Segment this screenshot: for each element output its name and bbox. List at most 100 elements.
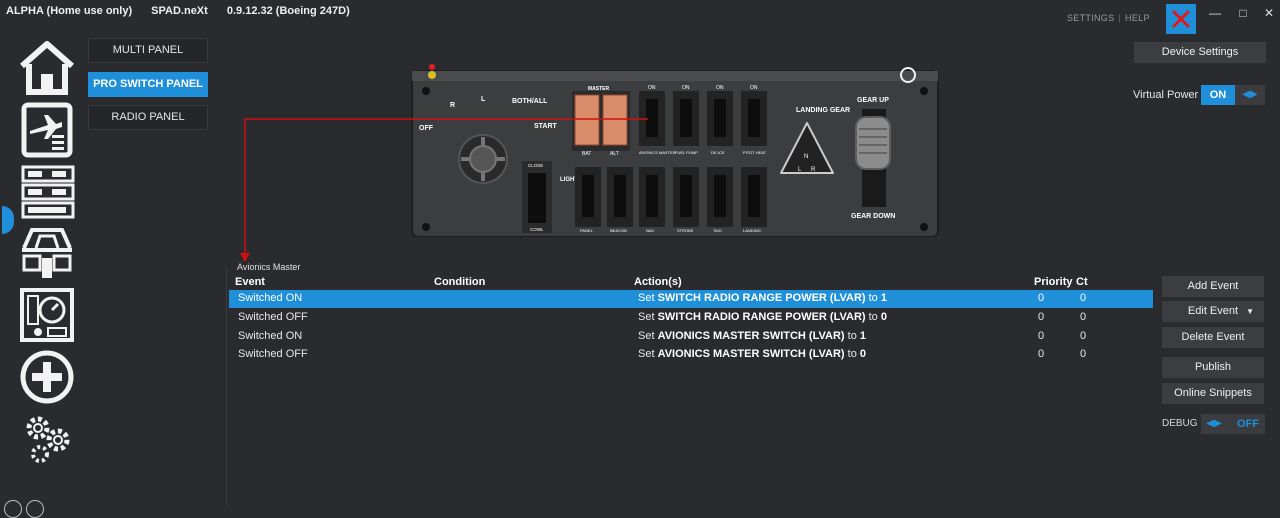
- action-cell: Set SWITCH RADIO RANGE POWER (LVAR) to 0: [638, 311, 887, 323]
- save-icon[interactable]: [4, 500, 22, 518]
- event-row[interactable]: Switched OFF Set SWITCH RADIO RANGE POWE…: [229, 309, 1153, 327]
- event-group-label: Avionics Master: [237, 262, 301, 272]
- landing-gear-label: LANDING GEAR: [796, 107, 850, 114]
- avionics-master-switch-label: AVIONICS MASTER: [639, 150, 676, 155]
- event-cell: Switched ON: [238, 330, 303, 342]
- virtual-power-label: Virtual Power: [1133, 89, 1199, 101]
- close-panel-button[interactable]: [1166, 4, 1196, 34]
- column-header-priority[interactable]: Priority: [1034, 276, 1073, 288]
- link-separator: |: [1118, 13, 1122, 23]
- action-verb: Set: [638, 348, 655, 360]
- cowl-label: COWL: [530, 227, 544, 232]
- add-icon[interactable]: [18, 348, 76, 406]
- action-value: 0: [859, 348, 867, 360]
- landing-switch-label: LANDING: [743, 228, 761, 233]
- action-value: 1: [859, 330, 867, 342]
- event-cell: Switched OFF: [238, 311, 308, 323]
- column-header-condition[interactable]: Condition: [434, 276, 485, 288]
- strobe-switch-label: STROBE: [677, 228, 694, 233]
- action-value: 0: [880, 311, 887, 323]
- gear-n-letter: N: [804, 154, 808, 160]
- event-row[interactable]: Switched ON Set SWITCH RADIO RANGE POWER…: [229, 290, 1153, 308]
- window-close-icon[interactable]: ✕: [1262, 6, 1276, 20]
- event-row[interactable]: Switched OFF Set AVIONICS MASTER SWITCH …: [229, 346, 1153, 364]
- action-verb: Set: [638, 330, 655, 342]
- column-header-event[interactable]: Event: [235, 276, 265, 288]
- debug-toggle[interactable]: ◀▶ OFF: [1201, 414, 1265, 434]
- help-link[interactable]: HELP: [1125, 13, 1150, 23]
- virtual-power-toggle[interactable]: ON ◀▶: [1201, 85, 1265, 105]
- toggle-arrows-icon: ◀▶: [1242, 89, 1258, 100]
- priority-cell: 0: [1038, 330, 1045, 342]
- tab-pro-switch-panel[interactable]: PRO SWITCH PANEL: [88, 72, 208, 97]
- column-header-ct[interactable]: Ct: [1076, 276, 1088, 288]
- panel-switch-label: PANEL: [580, 228, 594, 233]
- cockpit-icon[interactable]: [18, 224, 76, 282]
- action-verb: Set: [638, 311, 655, 323]
- magneto-r-label: R: [450, 102, 455, 109]
- action-to: to: [868, 292, 878, 304]
- settings-gears-icon[interactable]: [18, 410, 76, 468]
- online-snippets-button[interactable]: Online Snippets: [1162, 383, 1264, 404]
- red-x-icon: [1172, 10, 1190, 28]
- cowl-close-label: CLOSE: [528, 163, 543, 168]
- action-target: SWITCH RADIO RANGE POWER (LVAR): [657, 292, 866, 304]
- magneto-off-label: OFF: [419, 125, 434, 132]
- event-cell: Switched ON: [238, 292, 303, 304]
- app-version: 0.9.12.32 (Boeing 247D): [226, 5, 350, 17]
- gauges-icon[interactable]: [18, 286, 76, 344]
- settings-link[interactable]: SETTINGS: [1067, 13, 1114, 23]
- column-header-actions[interactable]: Action(s): [634, 276, 682, 288]
- app-name: SPAD.neXt: [151, 5, 208, 17]
- gear-down-label: GEAR DOWN: [851, 213, 895, 220]
- action-to: to: [868, 311, 878, 323]
- home-icon[interactable]: [18, 38, 76, 96]
- delete-event-button[interactable]: Delete Event: [1162, 327, 1264, 348]
- taxi-switch-label: TAXI: [713, 228, 722, 233]
- action-value: 1: [880, 292, 887, 304]
- magneto-both-label: BOTH/ALL: [512, 98, 548, 105]
- flight-plan-icon[interactable]: [18, 101, 76, 159]
- pitot-heat-switch-label: PITOT HEAT: [743, 150, 767, 155]
- event-row[interactable]: Switched ON Set AVIONICS MASTER SWITCH (…: [229, 328, 1153, 346]
- on-label-3: ON: [716, 85, 724, 91]
- on-label-1: ON: [648, 85, 656, 91]
- action-cell: Set AVIONICS MASTER SWITCH (LVAR) to 1: [638, 330, 866, 342]
- minimize-icon[interactable]: —: [1208, 6, 1222, 20]
- virtual-power-state: ON: [1201, 85, 1235, 105]
- debug-state: OFF: [1237, 418, 1259, 430]
- action-target: AVIONICS MASTER SWITCH (LVAR): [657, 330, 845, 342]
- tab-multi-panel[interactable]: MULTI PANEL: [88, 38, 208, 63]
- priority-cell: 0: [1038, 348, 1045, 360]
- event-cell: Switched OFF: [238, 348, 308, 360]
- fuel-pump-switch-label: FUEL PUMP: [675, 150, 698, 155]
- toggle-arrows-icon: ◀▶: [1206, 418, 1222, 429]
- edit-event-label: Edit Event: [1187, 305, 1239, 317]
- top-links: SETTINGS | HELP: [1067, 13, 1150, 23]
- active-rail-indicator: [2, 206, 14, 234]
- add-event-button[interactable]: Add Event: [1162, 276, 1264, 297]
- title-text: ALPHA (Home use only) SPAD.neXt 0.9.12.3…: [6, 5, 366, 17]
- beacon-switch-label: BEACON: [610, 228, 627, 233]
- title-bar: ALPHA (Home use only) SPAD.neXt 0.9.12.3…: [0, 0, 1280, 34]
- gear-r-letter: R: [811, 167, 816, 173]
- action-to: to: [847, 330, 857, 342]
- action-verb: Set: [638, 292, 655, 304]
- radio-stack-icon[interactable]: [18, 163, 76, 221]
- action-cell: Set SWITCH RADIO RANGE POWER (LVAR) to 1: [638, 292, 887, 304]
- edition-label: ALPHA (Home use only): [6, 5, 133, 17]
- maximize-icon[interactable]: □: [1236, 6, 1250, 20]
- action-cell: Set AVIONICS MASTER SWITCH (LVAR) to 0: [638, 348, 866, 360]
- edit-event-button[interactable]: Edit Event ▼: [1162, 301, 1264, 322]
- device-settings-button[interactable]: Device Settings: [1134, 42, 1266, 63]
- on-label-2: ON: [682, 85, 690, 91]
- device-icon[interactable]: [26, 500, 44, 518]
- master-alt-label: ALT: [610, 151, 619, 157]
- tab-radio-panel[interactable]: RADIO PANEL: [88, 105, 208, 130]
- publish-button[interactable]: Publish: [1162, 357, 1264, 378]
- magneto-start-label: START: [534, 123, 558, 130]
- on-label-4: ON: [750, 85, 758, 91]
- action-target: AVIONICS MASTER SWITCH (LVAR): [657, 348, 845, 360]
- action-target: SWITCH RADIO RANGE POWER (LVAR): [657, 311, 866, 323]
- left-rail: [0, 30, 85, 518]
